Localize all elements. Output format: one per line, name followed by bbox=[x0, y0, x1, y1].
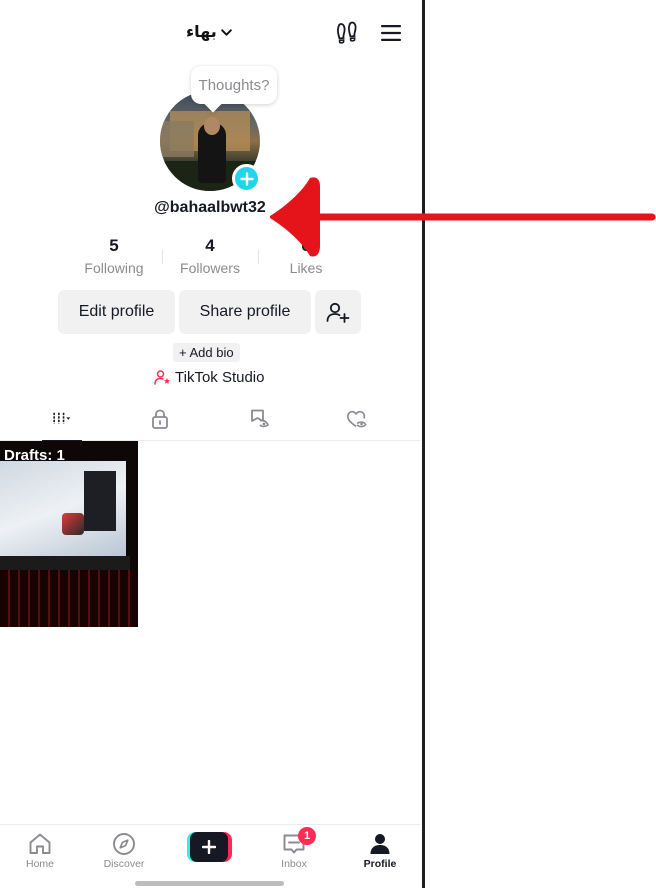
edit-profile-button[interactable]: Edit profile bbox=[58, 290, 175, 334]
nav-inbox-label: Inbox bbox=[281, 858, 307, 870]
drafts-thumbnail-panel bbox=[84, 471, 116, 531]
nav-home-label: Home bbox=[25, 858, 54, 870]
nav-profile[interactable]: Profile bbox=[350, 831, 410, 870]
thoughts-bubble[interactable]: Thoughts? bbox=[191, 66, 277, 104]
following-count: 5 bbox=[109, 236, 119, 255]
create-button-face bbox=[190, 832, 228, 862]
account-switcher[interactable]: بهاء bbox=[186, 22, 233, 42]
profile-icon bbox=[370, 834, 390, 854]
plus-icon bbox=[239, 171, 254, 186]
heart-icon bbox=[347, 410, 367, 428]
top-bar: بهاء bbox=[0, 18, 422, 48]
nav-discover[interactable]: Discover bbox=[94, 831, 154, 870]
drafts-tile[interactable] bbox=[0, 441, 138, 627]
nav-home[interactable]: Home bbox=[10, 831, 70, 870]
lock-icon bbox=[152, 409, 168, 429]
edit-profile-label: Edit profile bbox=[78, 303, 155, 320]
likes-label: Likes bbox=[289, 260, 323, 276]
grid-icon bbox=[53, 412, 71, 424]
tab-favorites[interactable] bbox=[237, 405, 281, 441]
studio-person-icon bbox=[154, 370, 170, 385]
nav-discover-label: Discover bbox=[103, 858, 145, 870]
followers-label: Followers bbox=[180, 260, 240, 276]
screen-divider bbox=[422, 0, 425, 888]
tiktok-studio-link[interactable]: TikTok Studio bbox=[154, 369, 264, 386]
following-label: Following bbox=[84, 260, 144, 276]
share-profile-label: Share profile bbox=[199, 303, 291, 320]
content-tabs bbox=[0, 405, 420, 442]
add-person-icon bbox=[326, 302, 350, 323]
add-bio-label: + Add bio bbox=[179, 345, 234, 360]
plus-icon bbox=[202, 840, 216, 854]
bottom-nav: Home Discover Inbox 1 Profile bbox=[0, 824, 420, 888]
thoughts-placeholder: Thoughts? bbox=[198, 76, 270, 94]
home-indicator bbox=[135, 881, 284, 886]
create-button[interactable] bbox=[187, 832, 232, 862]
menu-icon[interactable] bbox=[380, 24, 402, 42]
stat-followers[interactable]: 4 Followers bbox=[162, 236, 258, 276]
tab-videos[interactable] bbox=[40, 405, 84, 442]
tiktok-profile-screen: بهاء Thoughts? @bahaalbwt32 5 Following … bbox=[0, 0, 422, 888]
account-name: بهاء bbox=[186, 24, 217, 41]
add-bio-button[interactable]: + Add bio bbox=[173, 343, 240, 362]
nav-profile-label: Profile bbox=[363, 858, 397, 870]
avatar-photo-building-left bbox=[160, 121, 194, 157]
annotation-arrow bbox=[270, 177, 656, 257]
add-friends-button[interactable] bbox=[315, 290, 361, 334]
tab-private[interactable] bbox=[138, 405, 182, 441]
share-profile-button[interactable]: Share profile bbox=[179, 290, 311, 334]
tab-liked[interactable] bbox=[335, 405, 379, 441]
followers-count: 4 bbox=[205, 236, 215, 255]
drafts-label: Drafts: 1 bbox=[4, 447, 65, 464]
add-story-button[interactable] bbox=[232, 164, 261, 193]
drafts-thumbnail-keyboard bbox=[0, 570, 138, 627]
home-icon bbox=[29, 833, 51, 854]
drafts-thumbnail-graphic bbox=[62, 513, 84, 535]
bookmark-icon bbox=[251, 409, 269, 428]
drafts-thumbnail-bezel bbox=[0, 556, 130, 570]
avatar-photo-head bbox=[204, 117, 220, 135]
stat-following[interactable]: 5 Following bbox=[66, 236, 162, 276]
inbox-notification-badge: 1 bbox=[298, 827, 316, 845]
compass-icon bbox=[113, 833, 135, 855]
chevron-down-icon bbox=[220, 28, 232, 36]
studio-label: TikTok Studio bbox=[175, 369, 265, 386]
footprint-icon[interactable] bbox=[336, 21, 358, 45]
